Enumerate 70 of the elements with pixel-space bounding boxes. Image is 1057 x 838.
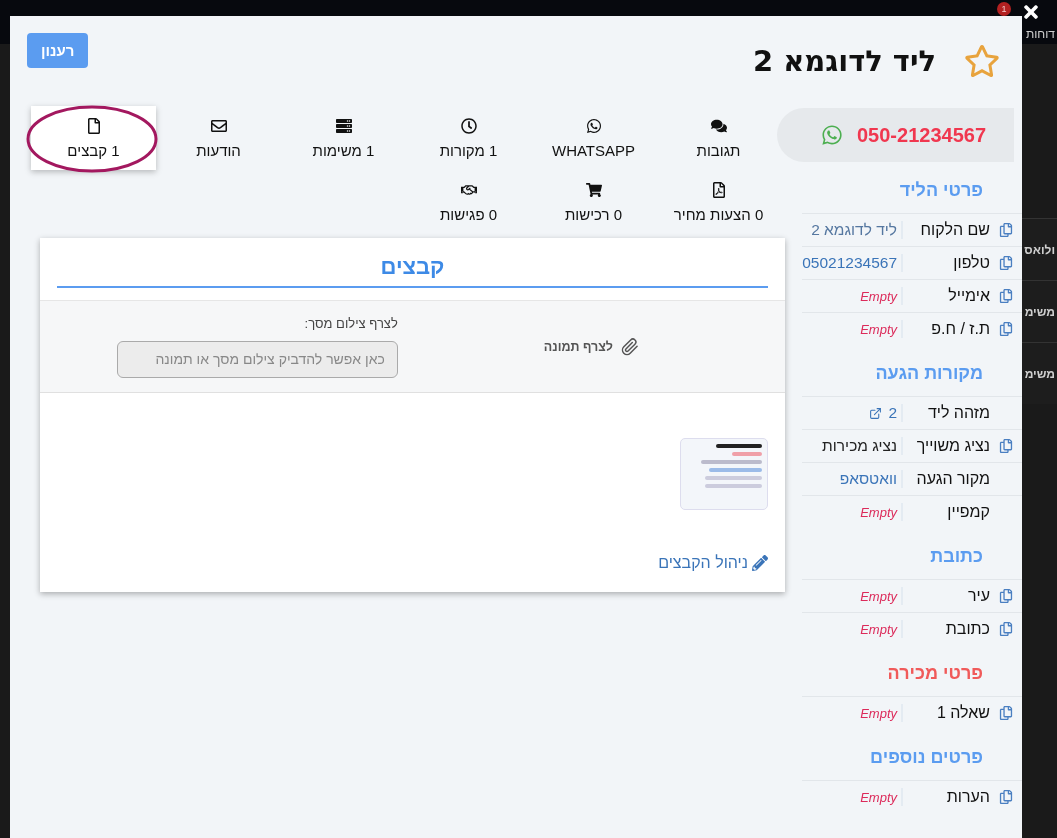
copy-icon[interactable]: [999, 622, 1013, 636]
field-value[interactable]: וואטסאפ: [839, 470, 897, 488]
field-label: ת.ז / ח.פ: [930, 319, 990, 339]
manage-files-link[interactable]: ניהול הקבצים: [658, 554, 768, 572]
field-value: Empty: [860, 321, 897, 337]
field-label: טלפון: [952, 253, 990, 273]
background-row-text: ולואס: [1024, 242, 1055, 257]
field-label: מקור הגעה: [915, 469, 990, 489]
file-icon: [85, 117, 102, 134]
copy-icon[interactable]: [999, 439, 1013, 453]
background-row-text: משימ: [1024, 366, 1055, 381]
cart-icon: [585, 181, 602, 198]
whatsapp-icon: [585, 117, 602, 134]
tab[interactable]: 1 מקורות: [406, 106, 531, 170]
clock-icon: [460, 117, 477, 134]
field-label: כתובת: [944, 619, 990, 639]
menu-label[interactable]: דוחות: [1025, 27, 1055, 41]
attach-image-button[interactable]: לצרף תמונה: [537, 336, 645, 357]
section-title: פרטי הליד: [898, 179, 984, 202]
copy-icon[interactable]: [999, 790, 1013, 804]
server-stack-icon: [335, 117, 352, 134]
section-title: כתובת: [929, 545, 984, 568]
copy-icon[interactable]: [999, 223, 1013, 237]
tab[interactable]: 1 משימות: [281, 106, 406, 170]
tab[interactable]: 0 פגישות: [406, 170, 531, 234]
field-label: מזהה ליד: [926, 403, 990, 423]
pdf-file-icon: [710, 181, 727, 198]
close-button[interactable]: [1021, 2, 1041, 22]
field-value[interactable]: 05021234567: [802, 254, 897, 272]
background-row-text: משימ: [1024, 304, 1055, 319]
field-value: Empty: [860, 588, 897, 604]
file-thumbnail[interactable]: [680, 438, 768, 510]
field-label: עיר: [967, 586, 990, 606]
field-value: נציג מכירות: [822, 437, 897, 455]
files-title: קבצים: [57, 254, 768, 288]
tab[interactable]: 0 הצעות מחיר: [656, 170, 781, 234]
tab[interactable]: 0 רכישות: [531, 170, 656, 234]
pencil-icon: [752, 555, 768, 571]
field-value: Empty: [860, 789, 897, 805]
field-label: קמפיין: [946, 502, 990, 522]
field-value[interactable]: 2: [869, 404, 897, 422]
field-label: נציג משוייך: [915, 436, 990, 456]
tab[interactable]: WHATSAPP: [531, 106, 656, 170]
field-value: Empty: [860, 705, 897, 721]
whatsapp-icon[interactable]: [821, 124, 843, 146]
paste-label: לצרף צילום מסך:: [303, 315, 398, 331]
field-label: שם הלקוח: [919, 220, 990, 240]
external-link-icon[interactable]: [869, 406, 883, 420]
section-title: פרטים נוספים: [869, 746, 984, 769]
copy-icon[interactable]: [999, 256, 1013, 270]
copy-icon[interactable]: [999, 706, 1013, 720]
field-value: Empty: [860, 504, 897, 520]
lead-title: ליד לדוגמא 2: [751, 44, 936, 78]
section-title: מקורות הגעה: [874, 362, 984, 385]
star-icon[interactable]: [964, 43, 1000, 79]
field-value: Empty: [860, 288, 897, 304]
field-label: אימייל: [947, 286, 990, 306]
copy-icon[interactable]: [999, 289, 1013, 303]
chat-bubbles-icon: [710, 117, 727, 134]
section-title: פרטי מכירה: [886, 662, 984, 685]
copy-icon[interactable]: [999, 589, 1013, 603]
field-value: ליד לדוגמא 2: [811, 221, 897, 239]
field-label: הערות: [945, 787, 990, 807]
field-label: שאלה 1: [935, 703, 990, 723]
paperclip-icon: [621, 337, 639, 356]
copy-icon[interactable]: [999, 322, 1013, 336]
paste-field[interactable]: כאן אפשר להדביק צילום מסך או תמונה: [116, 340, 398, 378]
envelope-icon: [210, 117, 227, 134]
field-value: Empty: [860, 621, 897, 637]
tab[interactable]: הודעות: [156, 106, 281, 170]
